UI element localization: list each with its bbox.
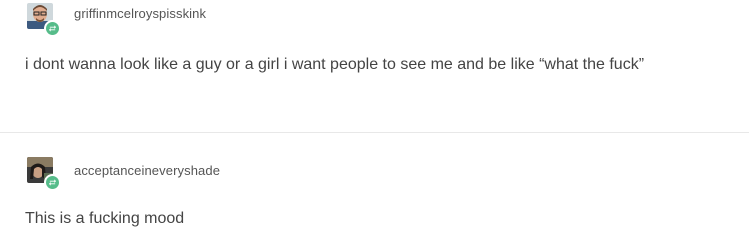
reblog-entry: acceptanceineveryshade This is a fucking… bbox=[0, 133, 749, 249]
reblog-icon bbox=[44, 20, 61, 37]
avatar[interactable] bbox=[27, 3, 61, 37]
post-text: i dont wanna look like a guy or a girl i… bbox=[25, 56, 645, 73]
avatar[interactable] bbox=[27, 157, 61, 191]
username-link[interactable]: acceptanceineveryshade bbox=[74, 163, 220, 178]
reblog-entry: griffinmcelroyspisskink i dont wanna loo… bbox=[0, 0, 749, 133]
username-link[interactable]: griffinmcelroyspisskink bbox=[74, 6, 206, 21]
reblog-icon bbox=[44, 174, 61, 191]
post-text: This is a fucking mood bbox=[25, 210, 185, 227]
